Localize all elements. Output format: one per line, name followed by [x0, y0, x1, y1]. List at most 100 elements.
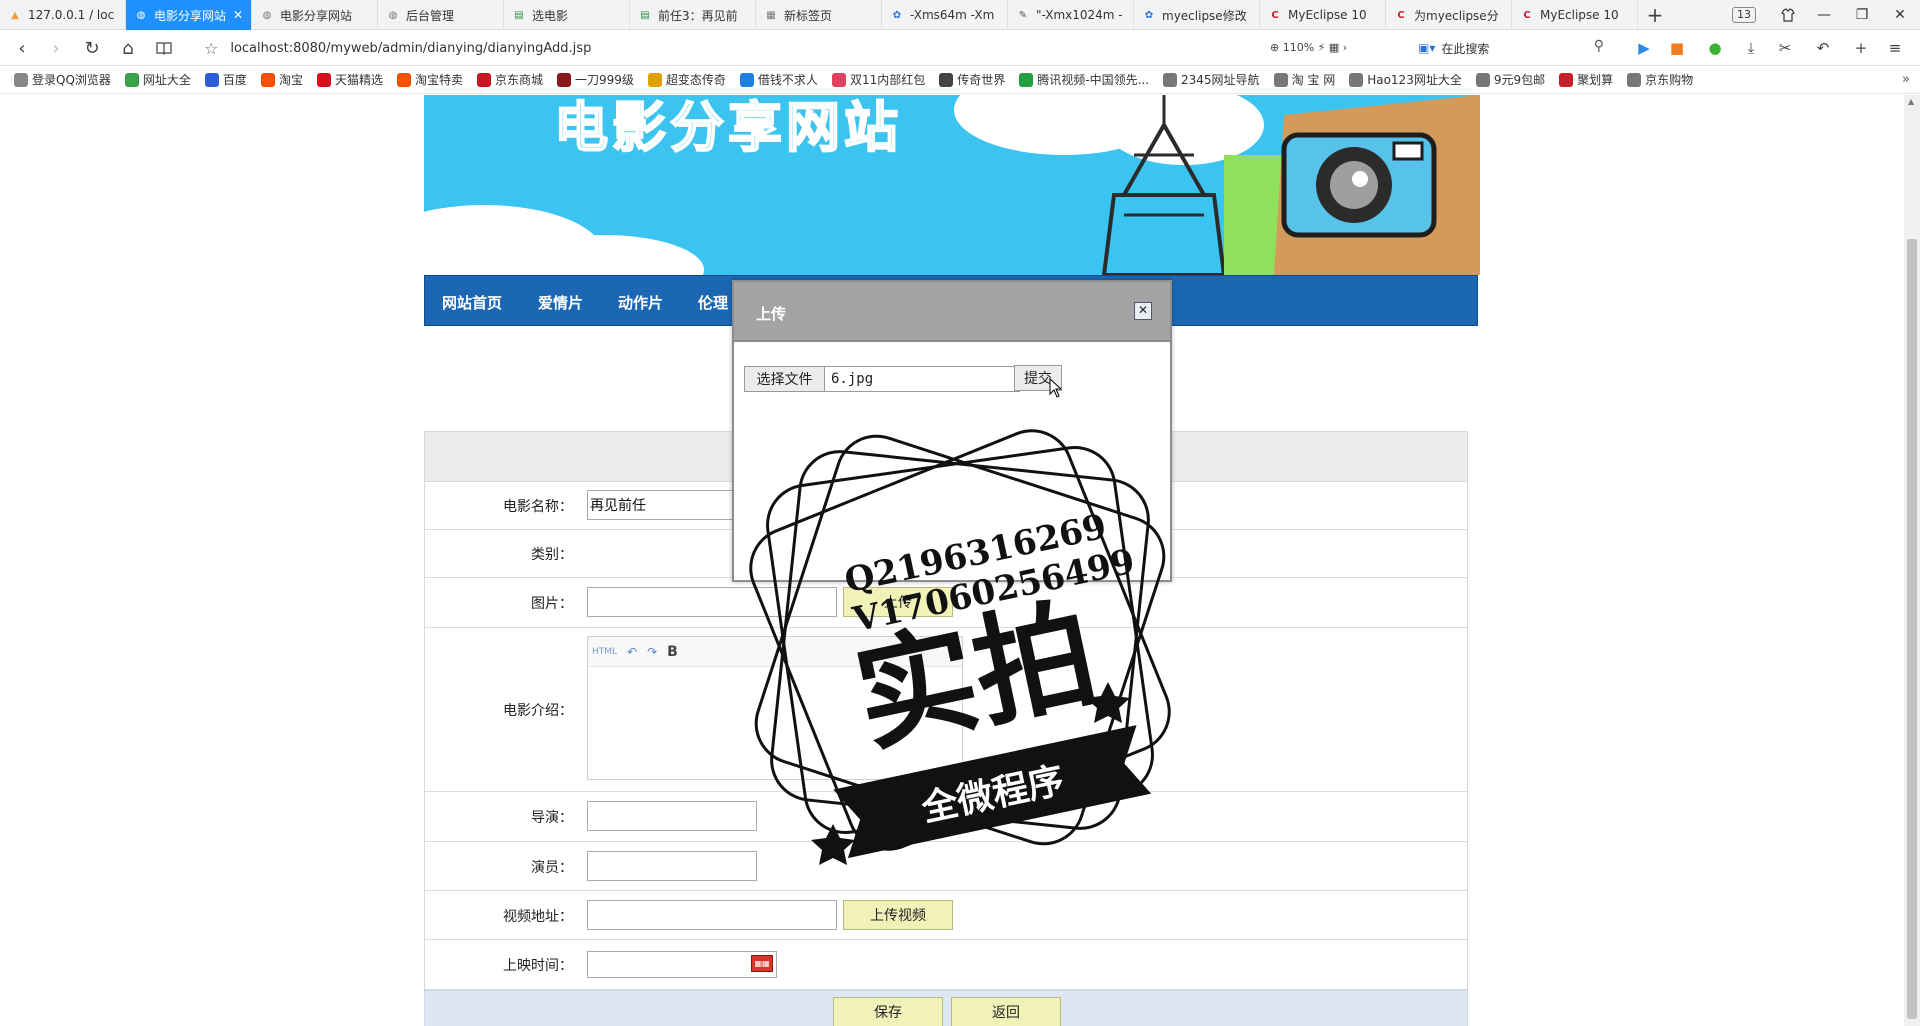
bookmark-item[interactable]: 借钱不求人: [739, 71, 818, 88]
bookmark-star-icon[interactable]: ☆: [204, 39, 218, 58]
bookmark-item[interactable]: 双11内部红包: [831, 71, 926, 88]
file-input[interactable]: 选择文件 6.jpg: [744, 366, 1020, 392]
browser-tab[interactable]: ✿ myeclipse修改: [1134, 0, 1260, 30]
bookmark-item[interactable]: Hao123网址大全: [1349, 71, 1462, 88]
home-icon[interactable]: ⌂: [116, 36, 140, 60]
reload-icon[interactable]: ↻: [80, 36, 104, 60]
browser-tab[interactable]: ▤ 前任3：再见前: [630, 0, 756, 30]
site-title: 电影分享网站: [553, 95, 902, 160]
bookmark-item[interactable]: 淘宝特卖: [396, 71, 463, 88]
restore-icon[interactable]: ❐: [1842, 0, 1882, 30]
browser-tab[interactable]: ✎ "-Xmx1024m -: [1008, 0, 1134, 30]
bookmark-favicon-icon: [1475, 72, 1490, 87]
bookmark-label: 京东商城: [494, 73, 543, 87]
browser-tab[interactable]: ▤ 选电影: [504, 0, 630, 30]
bookmark-item[interactable]: 天猫精选: [316, 71, 383, 88]
bookmark-item[interactable]: 网址大全: [124, 71, 191, 88]
bookmark-label: 淘宝: [278, 73, 303, 87]
browser-tab[interactable]: ✿ -Xms64m -Xm: [882, 0, 1008, 30]
search-box[interactable]: ▣▾ 在此搜索 ⚲: [1418, 35, 1608, 61]
tab-close-icon[interactable]: ✕: [233, 8, 243, 22]
bookmark-label: 传奇世界: [957, 73, 1006, 87]
bookmark-label: 双11内部红包: [849, 73, 926, 87]
bookmark-favicon-icon: [1559, 72, 1574, 87]
nav-ethics[interactable]: 伦理: [698, 292, 728, 313]
bookmark-item[interactable]: 传奇世界: [939, 71, 1005, 88]
back-icon[interactable]: ‹: [10, 36, 34, 60]
save-button[interactable]: 保存: [833, 997, 943, 1026]
browser-tab[interactable]: ◍ 电影分享网站 ✕: [126, 0, 252, 30]
redo-icon[interactable]: ↷: [647, 645, 657, 659]
vertical-scrollbar[interactable]: ▲: [1904, 95, 1920, 1026]
bookmark-item[interactable]: 一刀999级: [557, 71, 634, 88]
bold-button[interactable]: B: [667, 644, 678, 660]
play-icon[interactable]: ▶: [1633, 38, 1655, 58]
browser-tab[interactable]: C MyEclipse 10: [1512, 0, 1638, 30]
download-icon[interactable]: ⤓: [1740, 38, 1762, 58]
tab-count-badge[interactable]: 13: [1732, 7, 1756, 23]
bookmark-item[interactable]: 登录QQ浏览器: [14, 71, 111, 88]
c-icon: C: [1523, 9, 1531, 21]
browser-tab[interactable]: ◍ 电影分享网站: [252, 0, 378, 30]
bookmark-favicon-icon: [316, 72, 331, 87]
scrollbar-thumb[interactable]: [1907, 239, 1917, 1019]
page-viewport: 电影分享网站 网站首页 爱情片 动作片 伦理 电影名称： 再见前任 类别： 图片…: [0, 95, 1904, 1026]
scissors-icon[interactable]: ✂: [1774, 38, 1796, 58]
minimize-icon[interactable]: —: [1804, 0, 1844, 30]
calendar-icon[interactable]: ▦▦: [751, 955, 773, 972]
bookmark-item[interactable]: 淘宝: [260, 71, 303, 88]
choose-file-button[interactable]: 选择文件: [745, 367, 825, 391]
menu-icon[interactable]: ≡: [1884, 38, 1906, 58]
bookmark-favicon-icon: [476, 72, 491, 87]
search-placeholder: 在此搜索: [1441, 41, 1490, 56]
bookmark-label: 淘 宝 网: [1291, 73, 1336, 87]
forward-icon[interactable]: ›: [44, 36, 68, 60]
bookmark-item[interactable]: 腾讯视频-中国领先...: [1019, 71, 1149, 88]
zoom-level[interactable]: ⊕ 110% ⚡ ▦ ›: [1270, 41, 1347, 54]
bookmark-item[interactable]: 京东商城: [476, 71, 543, 88]
bookmark-item[interactable]: 聚划算: [1559, 71, 1613, 88]
bookmark-item[interactable]: 2345网址导航: [1163, 71, 1260, 88]
bookmark-item[interactable]: 百度: [204, 71, 247, 88]
html-mode-button[interactable]: HTML: [592, 647, 617, 657]
zoom-value: 110%: [1282, 41, 1315, 54]
bookmark-item[interactable]: 9元9包邮: [1475, 71, 1545, 88]
wechat-icon[interactable]: ●: [1704, 38, 1726, 58]
nav-home[interactable]: 网站首页: [442, 292, 502, 313]
bookmarks-list: 登录QQ浏览器 网址大全 百度 淘宝 天猫精选 淘宝特卖 京东商城 一刀999级 超变态传奇 借钱…: [14, 71, 1707, 88]
video-url-input[interactable]: [587, 900, 837, 930]
bookmark-item[interactable]: 淘 宝 网: [1273, 71, 1336, 88]
url-field[interactable]: ☆ localhost:8080/myweb/admin/dianying/di…: [204, 35, 1264, 61]
scroll-up-icon[interactable]: ▲: [1908, 97, 1914, 106]
tab-label: 新标签页: [784, 8, 833, 23]
release-date-input[interactable]: [587, 951, 777, 978]
nav-action[interactable]: 动作片: [618, 292, 663, 313]
dialog-close-button[interactable]: ✕: [1134, 302, 1152, 320]
video-icon[interactable]: ■: [1666, 38, 1688, 58]
undo-close-icon[interactable]: ↶: [1812, 38, 1834, 58]
close-window-icon[interactable]: ✕: [1880, 0, 1920, 30]
shirt-icon[interactable]: [1768, 0, 1808, 30]
bookmark-label: 登录QQ浏览器: [32, 73, 111, 87]
bookmark-favicon-icon: [1627, 72, 1642, 87]
bookmarks-more-icon[interactable]: »: [1902, 72, 1910, 87]
browser-tab[interactable]: ▦ 新标签页: [756, 0, 882, 30]
browser-tab[interactable]: ▲ 127.0.0.1 / loc: [0, 0, 126, 30]
new-tab-button[interactable]: +: [1638, 0, 1672, 29]
feather-icon: ✎: [1018, 9, 1028, 21]
back-button[interactable]: 返回: [951, 997, 1061, 1026]
bookmark-item[interactable]: 超变态传奇: [647, 71, 726, 88]
dialog-titlebar: 上传 ✕: [734, 282, 1170, 342]
tabs-list: ▲ 127.0.0.1 / loc ◍ 电影分享网站 ✕ ◍ 电影分享网站 ◍ 后台管理 ▤ 选电影…: [0, 0, 1638, 30]
nav-romance[interactable]: 爱情片: [538, 292, 583, 313]
search-engine-icon[interactable]: ▣▾: [1418, 41, 1435, 55]
search-icon[interactable]: ⚲: [1594, 38, 1604, 54]
browser-tab[interactable]: C 为myeclipse分: [1386, 0, 1512, 30]
undo-icon[interactable]: ↶: [627, 645, 637, 659]
browser-tab[interactable]: C MyEclipse 10: [1260, 0, 1386, 30]
reader-icon[interactable]: [152, 36, 176, 60]
browser-tab[interactable]: ◍ 后台管理: [378, 0, 504, 30]
bookmark-item[interactable]: 京东购物: [1627, 71, 1693, 88]
add-icon[interactable]: +: [1850, 38, 1872, 58]
video-upload-button[interactable]: 上传视频: [843, 900, 953, 930]
